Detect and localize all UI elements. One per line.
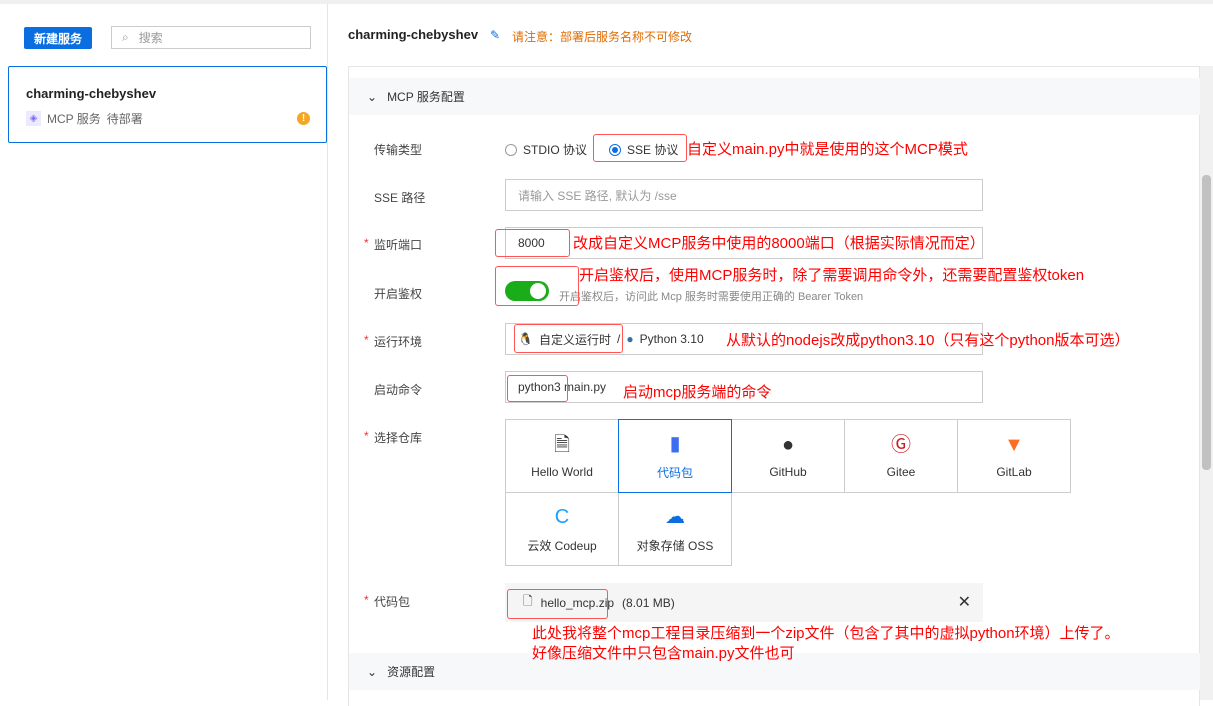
section-mcp-config[interactable]: ⌄ MCP 服务配置 [349,78,1200,115]
service-type: MCP 服务 [47,112,101,126]
repo-gitlab[interactable]: ▼ GitLab [957,419,1071,493]
transport-label: 传输类型 [374,143,423,157]
oss-icon: ☁ [665,505,685,528]
repo-code-package[interactable]: ▮ 代码包 [618,419,732,493]
service-status: 待部署 [106,112,143,126]
annotation-box [495,229,570,257]
annotation-box [495,266,579,306]
service-card[interactable]: charming-chebyshev ◈ MCP 服务 待部署 ! [8,66,327,143]
command-label: 启动命令 [374,383,423,397]
github-icon: ● [781,434,795,456]
annotation-box [507,589,608,619]
port-label: * 监听端口 [364,236,423,252]
chevron-down-icon: ⌄ [367,89,378,104]
codeup-icon: C [554,505,570,528]
remove-file-icon[interactable]: ✕ [958,592,971,612]
python-icon: ● [626,332,634,346]
runtime-label: * 运行环境 [364,333,423,349]
annotation-box [593,134,687,162]
annotation-box [507,375,568,402]
gitlab-icon: ▼ [1004,434,1024,456]
search-placeholder: 搜索 [138,31,163,45]
search-icon: ⌕ [122,30,129,44]
radio-stdio[interactable]: STDIO 协议 [505,141,587,158]
auth-hint: 开启鉴权后，访问此 Mcp 服务时需要使用正确的 Bearer Token [559,291,864,303]
page-title: charming-chebyshev [348,27,479,42]
section-title: 资源配置 [387,665,436,679]
annotation-auth: 开启鉴权后，使用MCP服务时，除了需要调用命令外，还需要配置鉴权token [579,267,1085,284]
annotation-command: 启动mcp服务端的命令 [623,384,772,401]
repo-hello-world[interactable]: 🗎 Hello World [505,419,619,493]
repo-codeup[interactable]: C 云效 Codeup [505,492,619,566]
mcp-icon: ◈ [26,111,41,126]
sse-path-input[interactable]: 请输入 SSE 路径, 默认为 /sse [505,179,983,211]
gitee-icon: Ⓖ [891,434,911,456]
annotation-package-2: 好像压缩文件中只包含main.py文件也可 [532,645,795,662]
repo-github[interactable]: ● GitHub [731,419,845,493]
repo-gitee[interactable]: Ⓖ Gitee [844,419,958,493]
search-input[interactable]: ⌕ 搜索 [111,26,311,49]
sse-path-label: SSE 路径 [374,191,426,205]
chevron-down-icon: ⌄ [367,664,378,679]
new-service-button[interactable]: 新建服务 [24,27,92,49]
service-name: charming-chebyshev [26,86,157,101]
package-label: * 代码包 [364,593,411,609]
demo-icon: 🗎 [553,434,571,456]
repo-label: * 选择仓库 [364,429,423,445]
name-notice: 请注意：部署后服务名称不可修改 [512,30,693,44]
code-package-icon: ▮ [669,432,681,455]
annotation-box [514,324,623,353]
annotation-port: 改成自定义MCP服务中使用的8000端口（根据实际情况而定） [573,235,985,252]
repo-oss[interactable]: ☁ 对象存储 OSS [618,492,732,566]
annotation-package-1: 此处我将整个mcp工程目录压缩到一个zip文件（包含了其中的虚拟python环境… [532,625,1120,642]
auth-label: 开启鉴权 [374,287,423,301]
annotation-sse: 自定义main.py中就是使用的这个MCP模式 [687,141,968,158]
scrollbar-thumb[interactable] [1202,175,1211,470]
annotation-runtime: 从默认的nodejs改成python3.10（只有这个python版本可选） [726,332,1130,349]
section-title: MCP 服务配置 [387,90,465,104]
warning-icon: ! [297,112,310,125]
edit-icon[interactable]: ✎ [490,28,500,42]
